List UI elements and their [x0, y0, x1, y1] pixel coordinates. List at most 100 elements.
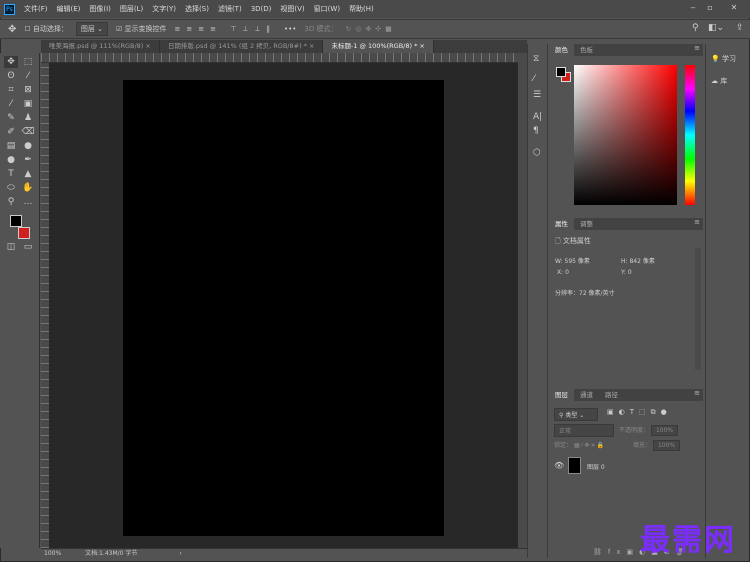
hand-tool-icon[interactable]: ✋	[21, 182, 35, 194]
show-transform-checkbox[interactable]: ☑ 显示变换控件	[116, 24, 167, 34]
visibility-eye-icon[interactable]: 👁	[554, 461, 564, 470]
layer-select-dropdown[interactable]: 图层 ⌄	[75, 22, 108, 36]
magic-wand-icon[interactable]: ⁄	[21, 70, 35, 82]
layer-filter-dropdown[interactable]: ⚲ 类型 ⌄	[554, 408, 598, 421]
tab-adjustments[interactable]: 调整	[574, 218, 599, 230]
color-field[interactable]	[574, 65, 677, 205]
layer-name[interactable]: 图层 0	[587, 462, 605, 471]
lock-icons[interactable]: ▦ ⁄ ✥ ⌗ 🔒	[574, 442, 604, 449]
menu-layer[interactable]: 图层(L)	[120, 4, 143, 14]
paragraph-icon[interactable]: ¶	[533, 126, 539, 136]
hue-slider[interactable]	[685, 65, 695, 205]
tab-swatches[interactable]: 色板	[574, 44, 599, 56]
tab-doc-3[interactable]: 未标题-1 @ 100%(RGB/8) * ×	[323, 40, 434, 53]
menu-select[interactable]: 选择(S)	[185, 4, 209, 14]
history-icon[interactable]: ⧖	[533, 54, 539, 64]
opacity-label: 不透明度：	[619, 427, 650, 434]
menu-3d[interactable]: 3D(D)	[251, 5, 272, 13]
tab-doc-1[interactable]: 唯美海报.psd @ 111%(RGB/8) ×	[41, 40, 160, 53]
type-tool-icon[interactable]: T	[4, 168, 18, 180]
filter-icons[interactable]: ▣◐T⬚⧉●	[607, 408, 672, 417]
panel-menu-icon[interactable]: ≡	[694, 218, 700, 226]
panel-icon-strip: ⧖ ⁄ ☰ A| ¶ ⬡	[527, 44, 548, 558]
foreground-color-swatch[interactable]	[10, 215, 22, 227]
move-tool-icon[interactable]: ✥	[8, 24, 16, 35]
eyedropper-icon[interactable]: ⁄	[4, 98, 18, 110]
menu-type[interactable]: 文字(Y)	[152, 4, 176, 14]
path-select-icon[interactable]: ▲	[21, 168, 35, 180]
menu-file[interactable]: 文件(F)	[24, 4, 48, 14]
document-canvas[interactable]	[123, 80, 444, 536]
3d-icons[interactable]: ↻◎✥✣■	[345, 25, 395, 33]
character-icon[interactable]: A|	[533, 112, 542, 122]
panel-menu-icon[interactable]: ≡	[694, 44, 700, 52]
learn-button[interactable]: 💡 学习	[711, 54, 736, 64]
library-button[interactable]: ☁ 库	[711, 76, 727, 86]
marquee-tool-icon[interactable]: ⬚	[21, 56, 35, 68]
fill-field[interactable]: 100%	[652, 440, 681, 451]
move-tool-icon[interactable]: ✥	[4, 56, 18, 68]
frame-tool-icon[interactable]: ⊠	[21, 84, 35, 96]
tab-channels[interactable]: 通道	[574, 389, 599, 401]
y-value[interactable]: 0	[628, 269, 632, 276]
shape-tool-icon[interactable]: ⬭	[4, 182, 18, 194]
menu-edit[interactable]: 编辑(E)	[57, 4, 81, 14]
width-value[interactable]: 595 像素	[565, 258, 590, 265]
layer-row[interactable]: 👁 图层 0	[549, 455, 695, 477]
color-fg-swatch[interactable]	[556, 67, 566, 77]
brush-icon[interactable]: ✎	[4, 112, 18, 124]
brush-settings-icon[interactable]: ⁄	[533, 74, 535, 84]
tab-doc-2[interactable]: 日期排版.psd @ 141% (组 2 拷贝, RGB/8#) * ×	[160, 40, 324, 53]
tab-layers[interactable]: 图层	[549, 389, 574, 401]
tab-properties[interactable]: 属性	[549, 218, 574, 230]
opacity-field[interactable]: 100%	[650, 425, 679, 436]
lasso-tool-icon[interactable]: ʘ	[4, 70, 18, 82]
workspace-icon[interactable]: ◧⌄	[708, 23, 724, 33]
more-tools-icon[interactable]: …	[21, 196, 35, 208]
pen-icon[interactable]: ✒	[21, 154, 35, 166]
eraser-icon[interactable]: ⌫	[21, 126, 35, 138]
align-icons[interactable]: ≡≡≡≡ ⊤⊥⊥‖	[175, 25, 276, 33]
vertical-scrollbar[interactable]	[518, 53, 527, 548]
menu-window[interactable]: 窗口(W)	[314, 4, 340, 14]
share-icon[interactable]: ⇪	[736, 23, 744, 33]
3d-icon[interactable]: ⬡	[533, 148, 541, 158]
menu-view[interactable]: 视图(V)	[280, 4, 304, 14]
menu-filter[interactable]: 滤镜(T)	[218, 4, 242, 14]
zoom-tool-icon[interactable]: ⚲	[4, 196, 18, 208]
dodge-icon[interactable]: ●	[4, 154, 18, 166]
maximize-button[interactable]: ▫	[703, 3, 717, 15]
status-bar: 100% 文档:1.43M/0 字节 ›	[41, 548, 527, 558]
menu-help[interactable]: 帮助(H)	[349, 4, 374, 14]
properties-scrollbar[interactable]	[695, 248, 701, 370]
zoom-level[interactable]: 100%	[44, 550, 61, 557]
gradient-icon[interactable]: ▤	[4, 140, 18, 152]
stamp-icon[interactable]: ♟	[21, 112, 35, 124]
crop-tool-icon[interactable]: ⌗	[4, 84, 18, 96]
healing-icon[interactable]: ▣	[21, 98, 35, 110]
auto-select-checkbox[interactable]: ☐ 自动选择：	[24, 24, 68, 34]
blur-icon[interactable]: ●	[21, 140, 35, 152]
x-value[interactable]: 0	[565, 269, 569, 276]
background-color-swatch[interactable]	[18, 227, 30, 239]
blend-value: 正常	[559, 428, 572, 435]
document-tabs: 唯美海报.psd @ 111%(RGB/8) × 日期排版.psd @ 141%…	[41, 40, 527, 53]
close-button[interactable]: ✕	[727, 3, 741, 15]
quick-mask-icon[interactable]: ◫	[4, 241, 18, 253]
panel-menu-icon[interactable]: ≡	[694, 389, 700, 397]
tab-color[interactable]: 颜色	[549, 44, 574, 56]
minimize-button[interactable]: ‒	[686, 3, 700, 15]
tab-paths[interactable]: 路径	[599, 389, 624, 401]
screen-mode-icon[interactable]: ▭	[21, 241, 35, 253]
more-button[interactable]: •••	[284, 25, 296, 33]
search-icon[interactable]: ⚲	[692, 23, 699, 33]
options-bar: ✥ ☐ 自动选择： 图层 ⌄ ☑ 显示变换控件 ≡≡≡≡ ⊤⊥⊥‖ ••• 3D…	[0, 19, 750, 39]
x-label: X:	[557, 269, 564, 276]
adjust-icon[interactable]: ☰	[533, 90, 541, 100]
toolbox: ✥ ⬚ ʘ ⁄ ⌗ ⊠ ⁄ ▣ ✎ ♟ ✐ ⌫ ▤ ● ● ✒ T ▲ ⬭ ✋ …	[0, 53, 40, 548]
height-value[interactable]: 842 像素	[629, 258, 654, 265]
menu-image[interactable]: 图像(I)	[89, 4, 111, 14]
status-arrow[interactable]: ›	[179, 550, 181, 557]
history-brush-icon[interactable]: ✐	[4, 126, 18, 138]
blend-mode-dropdown[interactable]: 正常	[554, 424, 614, 437]
